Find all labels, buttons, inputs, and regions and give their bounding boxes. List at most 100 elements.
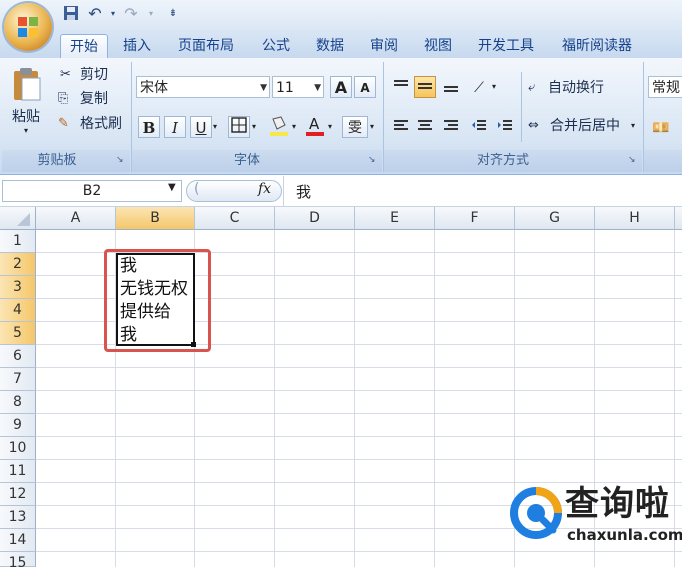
row-header-12[interactable]: 12: [0, 483, 36, 506]
tab-developer[interactable]: 开发工具: [470, 34, 542, 58]
chevron-down-icon: ▼: [260, 83, 267, 93]
name-box[interactable]: B2: [2, 180, 182, 202]
tab-review[interactable]: 审阅: [362, 34, 406, 58]
number-format-value: 常规: [652, 80, 680, 96]
underline-dropdown-icon[interactable]: ▾: [213, 122, 217, 131]
row-header-14[interactable]: 14: [0, 529, 36, 552]
select-all-corner[interactable]: [0, 207, 36, 230]
insert-function-button[interactable]: fx: [258, 181, 271, 197]
row-header-4[interactable]: 4: [0, 299, 36, 322]
fill-handle[interactable]: [191, 342, 196, 347]
column-header-c[interactable]: C: [195, 207, 275, 230]
row-header-10[interactable]: 10: [0, 437, 36, 460]
alignment-launcher-icon[interactable]: ↘: [628, 155, 638, 165]
font-name-select[interactable]: 宋体 ▼: [136, 76, 270, 98]
tab-insert[interactable]: 插入: [114, 34, 160, 58]
font-color-icon[interactable]: A: [304, 114, 326, 136]
align-middle-icon[interactable]: [414, 76, 436, 98]
shrink-font-button[interactable]: A: [354, 76, 376, 98]
italic-button[interactable]: I: [164, 116, 186, 138]
merge-center-button[interactable]: 合并后居中: [550, 115, 620, 137]
tab-formulas[interactable]: 公式: [254, 34, 298, 58]
column-header-d[interactable]: D: [275, 207, 355, 230]
underline-button[interactable]: U: [190, 116, 212, 138]
row-header-6[interactable]: 6: [0, 345, 36, 368]
align-bottom-icon[interactable]: [440, 76, 462, 98]
row-header-5[interactable]: 5: [0, 322, 36, 345]
tab-data[interactable]: 数据: [308, 34, 352, 58]
currency-icon[interactable]: 💴: [650, 116, 672, 138]
format-painter-icon: ✎: [58, 116, 69, 131]
tab-foxit-reader[interactable]: 福昕阅读器: [552, 34, 642, 58]
format-painter-button[interactable]: 格式刷: [80, 113, 122, 135]
paste-dropdown-icon[interactable]: ▾: [24, 126, 28, 135]
gridline: [36, 436, 682, 437]
increase-indent-icon[interactable]: [494, 116, 516, 138]
align-center-icon[interactable]: [414, 116, 436, 138]
merge-icon: ⇔: [528, 118, 539, 133]
name-box-dropdown-icon[interactable]: ▼: [168, 182, 176, 193]
column-header-b[interactable]: B: [116, 207, 195, 230]
row-header-1[interactable]: 1: [0, 230, 36, 253]
cut-icon: ✂: [60, 67, 71, 82]
gridline: [36, 459, 682, 460]
redo-dropdown-icon[interactable]: ▾: [142, 5, 160, 23]
phonetic-button[interactable]: 雯: [342, 116, 368, 138]
wrap-text-button[interactable]: 自动换行: [548, 77, 604, 99]
clipboard-launcher-icon[interactable]: ↘: [116, 155, 126, 165]
row-header-9[interactable]: 9: [0, 414, 36, 437]
grow-font-button[interactable]: A: [330, 76, 352, 98]
paste-button[interactable]: 粘贴: [12, 106, 40, 128]
number-format-select[interactable]: 常规: [648, 76, 682, 98]
font-size-select[interactable]: 11 ▼: [272, 76, 324, 98]
row-header-11[interactable]: 11: [0, 460, 36, 483]
phonetic-dropdown-icon[interactable]: ▾: [370, 122, 374, 131]
alignment-group-label: 对齐方式: [476, 153, 529, 168]
gridline: [354, 230, 355, 567]
tab-page-layout[interactable]: 页面布局: [170, 34, 242, 58]
save-icon[interactable]: [62, 5, 80, 23]
undo-dropdown-icon[interactable]: ▾: [104, 5, 122, 23]
column-header-f[interactable]: F: [435, 207, 515, 230]
font-group-label: 字体: [233, 153, 260, 168]
font-color-dropdown-icon[interactable]: ▾: [328, 122, 332, 131]
office-button[interactable]: [4, 3, 52, 51]
row-header-8[interactable]: 8: [0, 391, 36, 414]
bold-button[interactable]: B: [138, 116, 160, 138]
expand-formula-icon[interactable]: (: [194, 181, 199, 197]
tab-home[interactable]: 开始: [60, 34, 108, 59]
copy-button[interactable]: 复制: [80, 88, 108, 110]
font-launcher-icon[interactable]: ↘: [368, 155, 378, 165]
column-header-a[interactable]: A: [36, 207, 116, 230]
wrap-text-icon: ⤶: [528, 80, 536, 95]
row-header-15[interactable]: 15: [0, 552, 36, 571]
align-top-icon[interactable]: [390, 76, 412, 98]
paste-icon[interactable]: [10, 66, 46, 102]
borders-dropdown-icon[interactable]: ▾: [252, 122, 256, 131]
fill-color-dropdown-icon[interactable]: ▾: [292, 122, 296, 131]
row-header-2[interactable]: 2: [0, 253, 36, 276]
watermark-logo-icon: [510, 487, 562, 539]
align-left-icon[interactable]: [390, 116, 412, 138]
orientation-icon[interactable]: ⟋: [468, 76, 490, 98]
row-header-7[interactable]: 7: [0, 368, 36, 391]
watermark-url: chaxunla.com: [567, 526, 682, 544]
column-header-g[interactable]: G: [515, 207, 595, 230]
undo-icon[interactable]: ↶: [86, 5, 104, 23]
row-header-13[interactable]: 13: [0, 506, 36, 529]
formula-input[interactable]: 我: [296, 181, 311, 202]
column-header-e[interactable]: E: [355, 207, 435, 230]
column-header-partial[interactable]: [675, 207, 682, 230]
cut-button[interactable]: 剪切: [80, 64, 108, 86]
borders-icon[interactable]: [228, 116, 250, 138]
tab-view[interactable]: 视图: [416, 34, 460, 58]
decrease-indent-icon[interactable]: [468, 116, 490, 138]
fill-color-icon[interactable]: [268, 114, 290, 136]
align-right-icon[interactable]: [440, 116, 462, 138]
row-header-3[interactable]: 3: [0, 276, 36, 299]
customize-qat-icon[interactable]: ⇟: [164, 5, 182, 23]
orientation-dropdown-icon[interactable]: ▾: [492, 82, 496, 91]
column-header-h[interactable]: H: [595, 207, 675, 230]
merge-dropdown-icon[interactable]: ▾: [631, 121, 635, 130]
redo-icon[interactable]: ↷: [122, 5, 140, 23]
